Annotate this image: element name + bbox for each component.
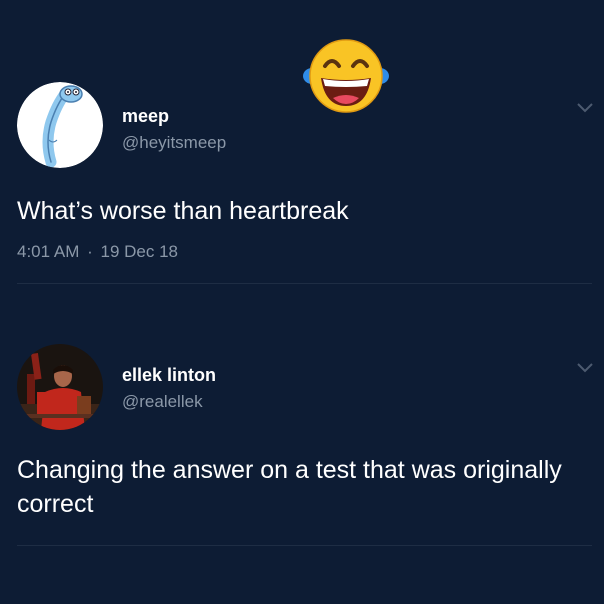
user-handle[interactable]: @heyitsmeep xyxy=(122,133,226,153)
person-avatar-icon xyxy=(17,344,103,430)
tweet-time: 4:01 AM xyxy=(17,242,80,261)
tweet-text: Changing the answer on a test that was o… xyxy=(17,456,562,518)
display-name[interactable]: meep xyxy=(122,106,169,127)
chevron-down-icon[interactable] xyxy=(576,102,594,114)
avatar[interactable] xyxy=(17,344,103,430)
tweet-date: 19 Dec 18 xyxy=(100,242,179,261)
chevron-down-icon[interactable] xyxy=(576,362,594,374)
divider xyxy=(17,545,592,546)
tweet-timestamp: 4:01 AM · 19 Dec 18 xyxy=(17,242,178,262)
worm-avatar-icon xyxy=(17,82,103,168)
meta-separator: · xyxy=(87,242,93,261)
user-handle[interactable]: @realellek xyxy=(122,392,203,412)
divider xyxy=(17,283,592,284)
tweet-text: What’s worse than heartbreak xyxy=(17,197,349,225)
screenshot: meep @heyitsmeep What’s worse than heart… xyxy=(0,0,604,604)
tears-of-joy-emoji-icon xyxy=(303,39,389,113)
display-name[interactable]: ellek linton xyxy=(122,365,216,386)
avatar[interactable] xyxy=(17,82,103,168)
